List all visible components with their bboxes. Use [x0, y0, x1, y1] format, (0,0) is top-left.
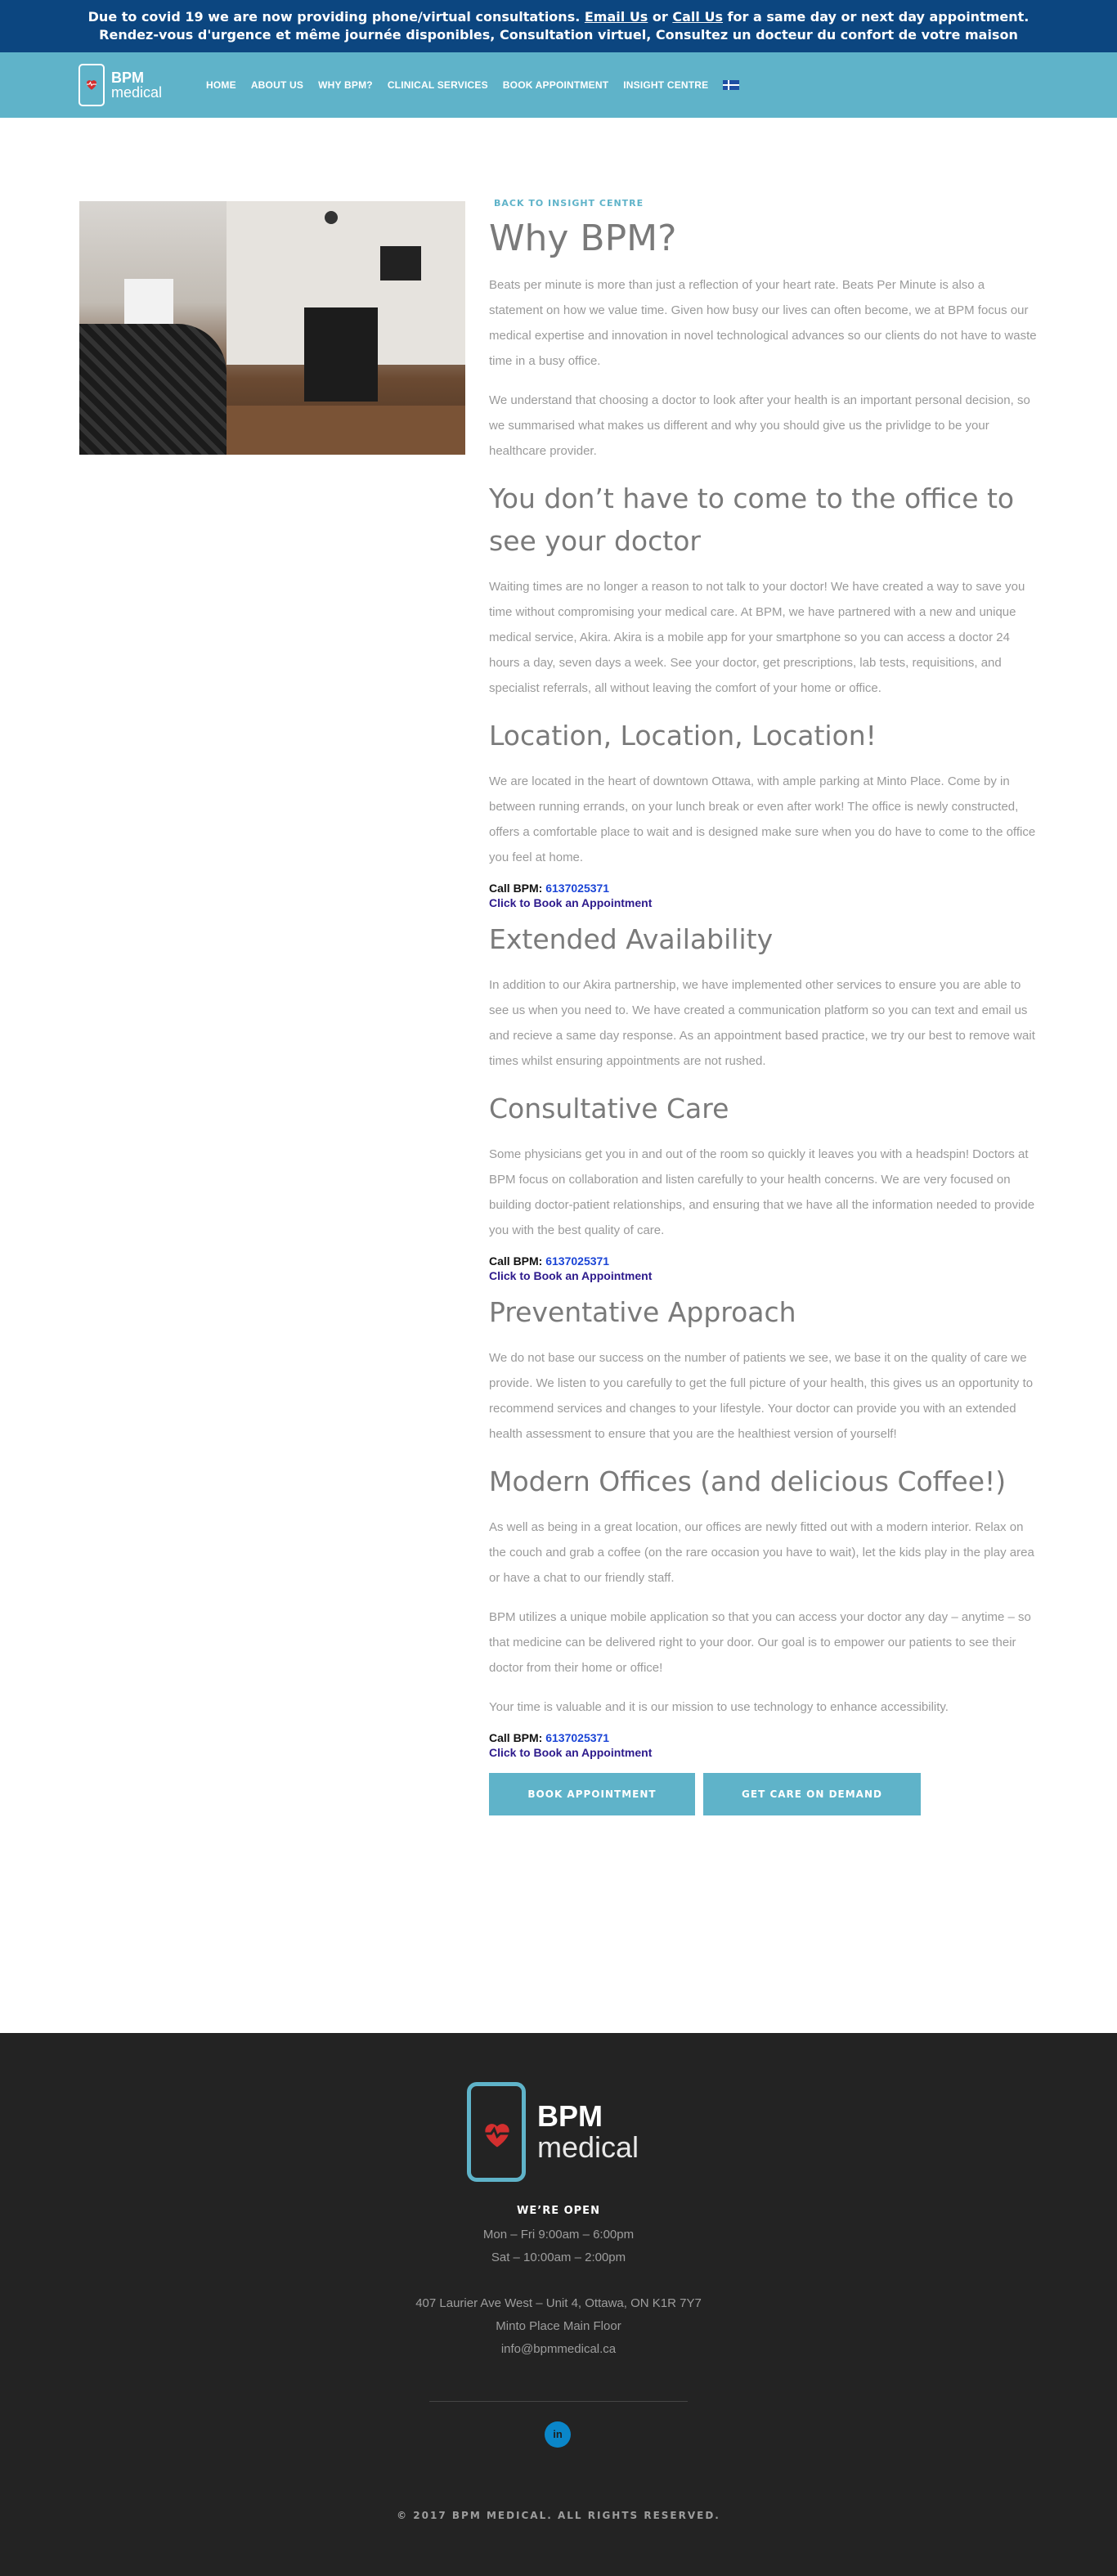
nav-item-book-appointment[interactable]: BOOK APPOINTMENT [503, 79, 608, 91]
call-block: Call BPM: 6137025371 Click to Book an Ap… [489, 1254, 1037, 1283]
get-care-on-demand-button[interactable]: GET CARE ON DEMAND [703, 1773, 921, 1815]
book-appointment-link[interactable]: Click to Book an Appointment [489, 895, 1037, 910]
section-body-consultative: Some physicians get you in and out of th… [489, 1147, 1035, 1237]
call-label: Call BPM: [489, 1731, 543, 1744]
book-appointment-link[interactable]: Click to Book an Appointment [489, 1268, 1037, 1283]
nav-item-about-us[interactable]: ABOUT US [251, 79, 303, 91]
brand-sub: medical [111, 84, 163, 101]
notice-or: or [652, 9, 668, 25]
covid-notice-bar: Due to covid 19 we are now providing pho… [0, 0, 1117, 52]
call-us-link[interactable]: Call Us [672, 9, 723, 25]
call-number-link[interactable]: 6137025371 [545, 882, 609, 895]
footer-brand-sub: medical [537, 2130, 639, 2164]
footer-logo: BPM medical [467, 2082, 639, 2182]
notice-line-1: Due to covid 19 we are now providing pho… [0, 8, 1117, 26]
section-title-location: Location, Location, Location! [489, 720, 877, 752]
brand-text: BPM medical [111, 70, 162, 100]
language-flag-icon[interactable] [723, 80, 740, 90]
footer-place: Minto Place Main Floor [496, 2319, 621, 2333]
brand-logo[interactable]: BPM medical [79, 64, 162, 106]
hours-saturday: Sat – 10:00am – 2:00pm [491, 2251, 626, 2264]
footer-brand-text: BPM medical [537, 2101, 639, 2163]
section-body-offices-1: As well as being in a great location, ou… [489, 1520, 1034, 1585]
notice-text-a: Due to covid 19 we are now providing pho… [87, 9, 581, 25]
section-body-preventative: We do not base our success on the number… [489, 1351, 1034, 1441]
nav-item-why-bpm[interactable]: WHY BPM? [318, 79, 373, 91]
section-body-remote: Waiting times are no longer a reason to … [489, 580, 1025, 695]
call-label: Call BPM: [489, 1254, 543, 1268]
nav-item-insight-centre[interactable]: INSIGHT CENTRE [623, 79, 708, 91]
call-label: Call BPM: [489, 882, 543, 895]
section-body-offices-2: BPM utilizes a unique mobile application… [489, 1610, 1031, 1675]
notice-text-b: for a same day or next day appointment. [727, 9, 1030, 25]
email-us-link[interactable]: Email Us [585, 9, 648, 25]
call-block: Call BPM: 6137025371 Click to Book an Ap… [489, 881, 1037, 910]
call-number-link[interactable]: 6137025371 [545, 1731, 609, 1744]
main-navbar: BPM medical HOME ABOUT US WHY BPM? CLINI… [0, 52, 1117, 118]
section-title-offices: Modern Offices (and delicious Coffee!) [489, 1465, 1007, 1497]
book-appointment-link[interactable]: Click to Book an Appointment [489, 1745, 1037, 1760]
section-body-offices-3: Your time is valuable and it is our miss… [489, 1700, 949, 1714]
section-title-remote: You don’t have to come to the office to … [489, 482, 1015, 557]
brand-name: BPM [111, 70, 144, 86]
phone-heart-icon [467, 2082, 526, 2182]
section-title-consultative: Consultative Care [489, 1093, 729, 1124]
copyright-text: © 2017 BPM MEDICAL. ALL RIGHTS RESERVED. [397, 2510, 720, 2521]
call-block: Call BPM: 6137025371 Click to Book an Ap… [489, 1730, 1037, 1760]
phone-heart-icon [79, 64, 105, 106]
page-title: Why BPM? [489, 218, 677, 259]
section-body-availability: In addition to our Akira partnership, we… [489, 978, 1035, 1068]
footer-info: WE’RE OPEN Mon – Fri 9:00am – 6:00pm Sat… [0, 2205, 1117, 2361]
section-title-availability: Extended Availability [489, 923, 774, 955]
footer-divider [429, 2401, 688, 2402]
office-photo [79, 201, 465, 455]
footer-brand-name: BPM [537, 2099, 603, 2133]
footer-email-link[interactable]: info@bpmmedical.ca [0, 2338, 1117, 2361]
open-hours-title: WE’RE OPEN [517, 2205, 600, 2217]
intro-paragraph-2: We understand that choosing a doctor to … [489, 393, 1030, 458]
cta-row: BOOK APPOINTMENT GET CARE ON DEMAND [489, 1773, 1037, 1815]
nav-item-home[interactable]: HOME [206, 79, 236, 91]
section-body-location: We are located in the heart of downtown … [489, 774, 1036, 864]
nav-item-clinical-services[interactable]: CLINICAL SERVICES [388, 79, 488, 91]
intro-paragraph-1: Beats per minute is more than just a ref… [489, 278, 1037, 368]
call-number-link[interactable]: 6137025371 [545, 1254, 609, 1268]
main-content: BACK TO INSIGHT CENTRE Why BPM? Beats pe… [0, 118, 1117, 2033]
footer-address: 407 Laurier Ave West – Unit 4, Ottawa, O… [415, 2296, 702, 2310]
linkedin-icon[interactable]: in [545, 2421, 571, 2448]
back-to-insight-centre-link[interactable]: BACK TO INSIGHT CENTRE [494, 198, 1037, 209]
notice-line-2: Rendez-vous d'urgence et même journée di… [99, 27, 1018, 43]
hours-weekday: Mon – Fri 9:00am – 6:00pm [482, 2228, 635, 2242]
article: BACK TO INSIGHT CENTRE Why BPM? Beats pe… [489, 198, 1037, 1815]
section-title-preventative: Preventative Approach [489, 1296, 796, 1328]
nav-menu: HOME ABOUT US WHY BPM? CLINICAL SERVICES… [206, 52, 740, 118]
site-footer: BPM medical WE’RE OPEN Mon – Fri 9:00am … [0, 2033, 1117, 2576]
book-appointment-button[interactable]: BOOK APPOINTMENT [489, 1773, 695, 1815]
